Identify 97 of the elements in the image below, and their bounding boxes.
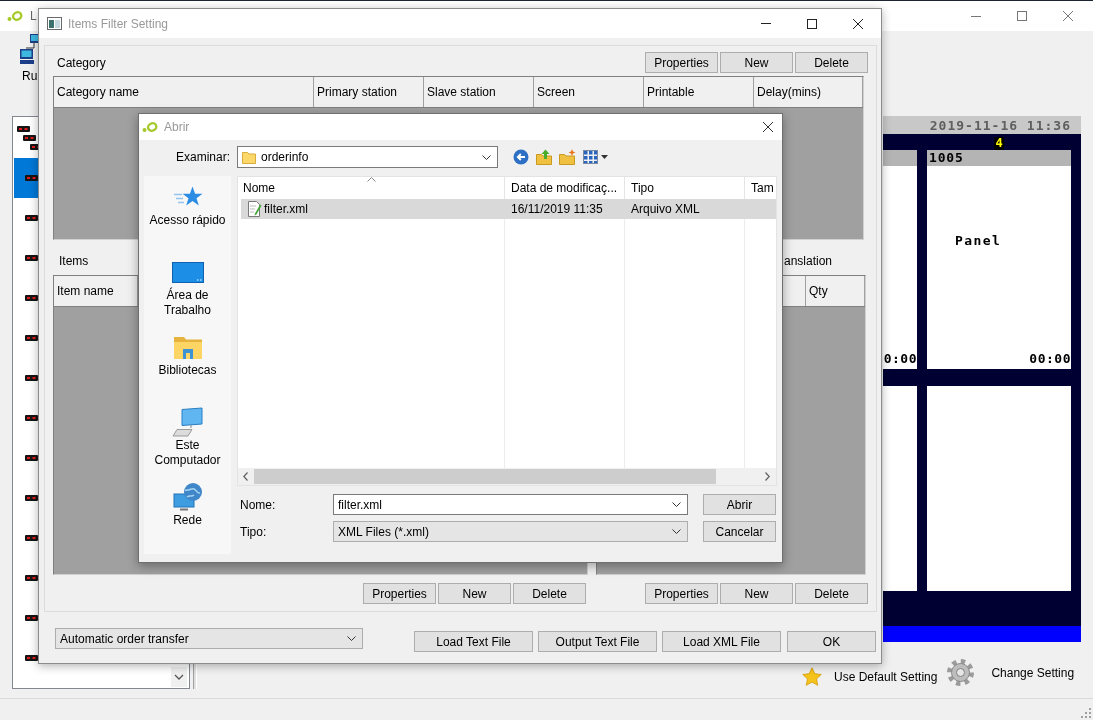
device-icon (25, 375, 38, 381)
library-folder-icon (172, 334, 203, 360)
new-folder-icon[interactable] (559, 149, 576, 165)
device-icon (25, 575, 38, 581)
tile-header (883, 150, 917, 166)
device-icon (25, 215, 38, 221)
action-button[interactable]: Delete (513, 583, 586, 604)
device-icon (25, 455, 38, 461)
section-label: Category (57, 55, 106, 70)
file-name-field[interactable]: filter.xml (333, 494, 688, 515)
scroll-right-icon[interactable] (765, 472, 770, 481)
sort-ascending-icon (367, 177, 376, 182)
window-icon (47, 17, 62, 30)
action-button[interactable]: New (438, 583, 511, 604)
action-button[interactable]: OK (787, 631, 876, 652)
places-item[interactable]: Área de Trabalho (144, 251, 231, 326)
table-cell: Arquivo XML (631, 202, 700, 216)
close-icon[interactable] (853, 18, 863, 29)
action-button[interactable]: Load Text File (414, 631, 533, 652)
monitor-icon (171, 261, 204, 283)
scroll-left-icon[interactable] (243, 472, 248, 481)
action-button[interactable]: Properties (363, 583, 436, 604)
close-icon[interactable] (763, 122, 773, 132)
table-cell: filter.xml (264, 202, 308, 216)
column-header[interactable]: Slave station (424, 77, 534, 107)
window-title: Abrir (164, 120, 190, 134)
field-label: Nome: (240, 497, 276, 512)
window-title: Items Filter Setting (68, 16, 169, 31)
action-button[interactable]: Delete (795, 52, 868, 73)
table-cell: 16/11/2019 11:35 (511, 202, 603, 216)
computer-icon (171, 407, 204, 437)
column-header[interactable]: Screen (534, 77, 644, 107)
setting-button[interactable]: Use Default Setting (802, 667, 938, 686)
device-icon (25, 295, 38, 301)
device-icon (25, 615, 38, 621)
maximize-icon[interactable] (807, 18, 817, 29)
device-icon (25, 655, 38, 661)
action-button[interactable]: Delete (795, 583, 868, 604)
computers-icon (20, 34, 38, 65)
device-icon (25, 415, 38, 421)
section-label: anslation (784, 254, 833, 268)
device-icon (25, 495, 38, 501)
action-button[interactable]: Load XML File (662, 631, 781, 652)
section-label: Items (59, 254, 89, 268)
file-row[interactable]: filter.xml 16/11/2019 11:35 Arquivo XML (241, 199, 776, 219)
tile-label: Panel (955, 233, 1002, 248)
column-header[interactable]: Primary station (314, 77, 424, 107)
places-item[interactable]: Rede (144, 476, 231, 551)
elapsed-time: 0:00 (883, 352, 917, 366)
field-label: Tipo: (240, 524, 267, 539)
order-mode-dropdown[interactable]: Automatic order transfer (55, 628, 363, 649)
action-button[interactable]: Output Text File (538, 631, 657, 652)
chevron-down-icon[interactable] (672, 502, 681, 507)
folder-dropdown[interactable]: orderinfo (237, 146, 498, 168)
logo-icon (7, 10, 23, 22)
chevron-down-icon[interactable] (347, 636, 356, 641)
clock-text: 2019-11-16 11:36 (929, 117, 1071, 133)
scrollbar-thumb[interactable] (254, 469, 716, 484)
places-item[interactable]: Acesso rápido (144, 176, 231, 251)
column-header[interactable]: Tam (745, 177, 776, 199)
order-number: 1005 (929, 150, 964, 165)
window-title: L (30, 9, 37, 23)
action-button[interactable]: New (720, 583, 793, 604)
toolbar-button[interactable]: Ru (20, 34, 38, 83)
column-header[interactable]: Qty (806, 276, 865, 306)
column-header[interactable]: Printable (644, 77, 754, 107)
action-button[interactable]: Cancelar (703, 521, 776, 542)
logo-icon (142, 121, 158, 133)
chevron-down-icon[interactable] (482, 154, 491, 160)
field-label: Examinar: (175, 150, 230, 164)
grid-view-icon[interactable] (583, 150, 608, 164)
resize-grip-icon (1081, 708, 1091, 718)
xml-file-icon (246, 201, 262, 217)
chevron-down-icon[interactable] (672, 529, 681, 534)
action-button[interactable]: Properties (645, 583, 718, 604)
file-type-dropdown[interactable]: XML Files (*.xml) (333, 521, 688, 542)
minimize-icon[interactable] (971, 15, 981, 17)
places-item[interactable]: Este Computador (144, 401, 231, 476)
elapsed-time: 00:00 (1029, 352, 1071, 366)
page-number: 4 (994, 137, 1004, 150)
chevron-down-icon[interactable] (171, 667, 187, 687)
folder-icon (242, 150, 256, 164)
places-item[interactable]: Bibliotecas (144, 326, 231, 401)
folder-up-icon[interactable] (536, 149, 552, 165)
action-button[interactable]: New (720, 52, 793, 73)
network-globe-icon (172, 482, 203, 512)
action-button[interactable]: Properties (645, 52, 718, 73)
device-icon (25, 175, 38, 181)
action-button[interactable]: Abrir (703, 494, 776, 515)
device-icon (25, 255, 38, 261)
gear-icon (947, 659, 975, 686)
star-icon (802, 667, 822, 686)
column-header[interactable]: Category name (54, 77, 314, 107)
column-header[interactable]: Delay(mins) (754, 77, 863, 107)
setting-button[interactable]: Change Setting (947, 659, 1075, 686)
device-icon (25, 535, 38, 541)
device-icon (25, 335, 38, 341)
